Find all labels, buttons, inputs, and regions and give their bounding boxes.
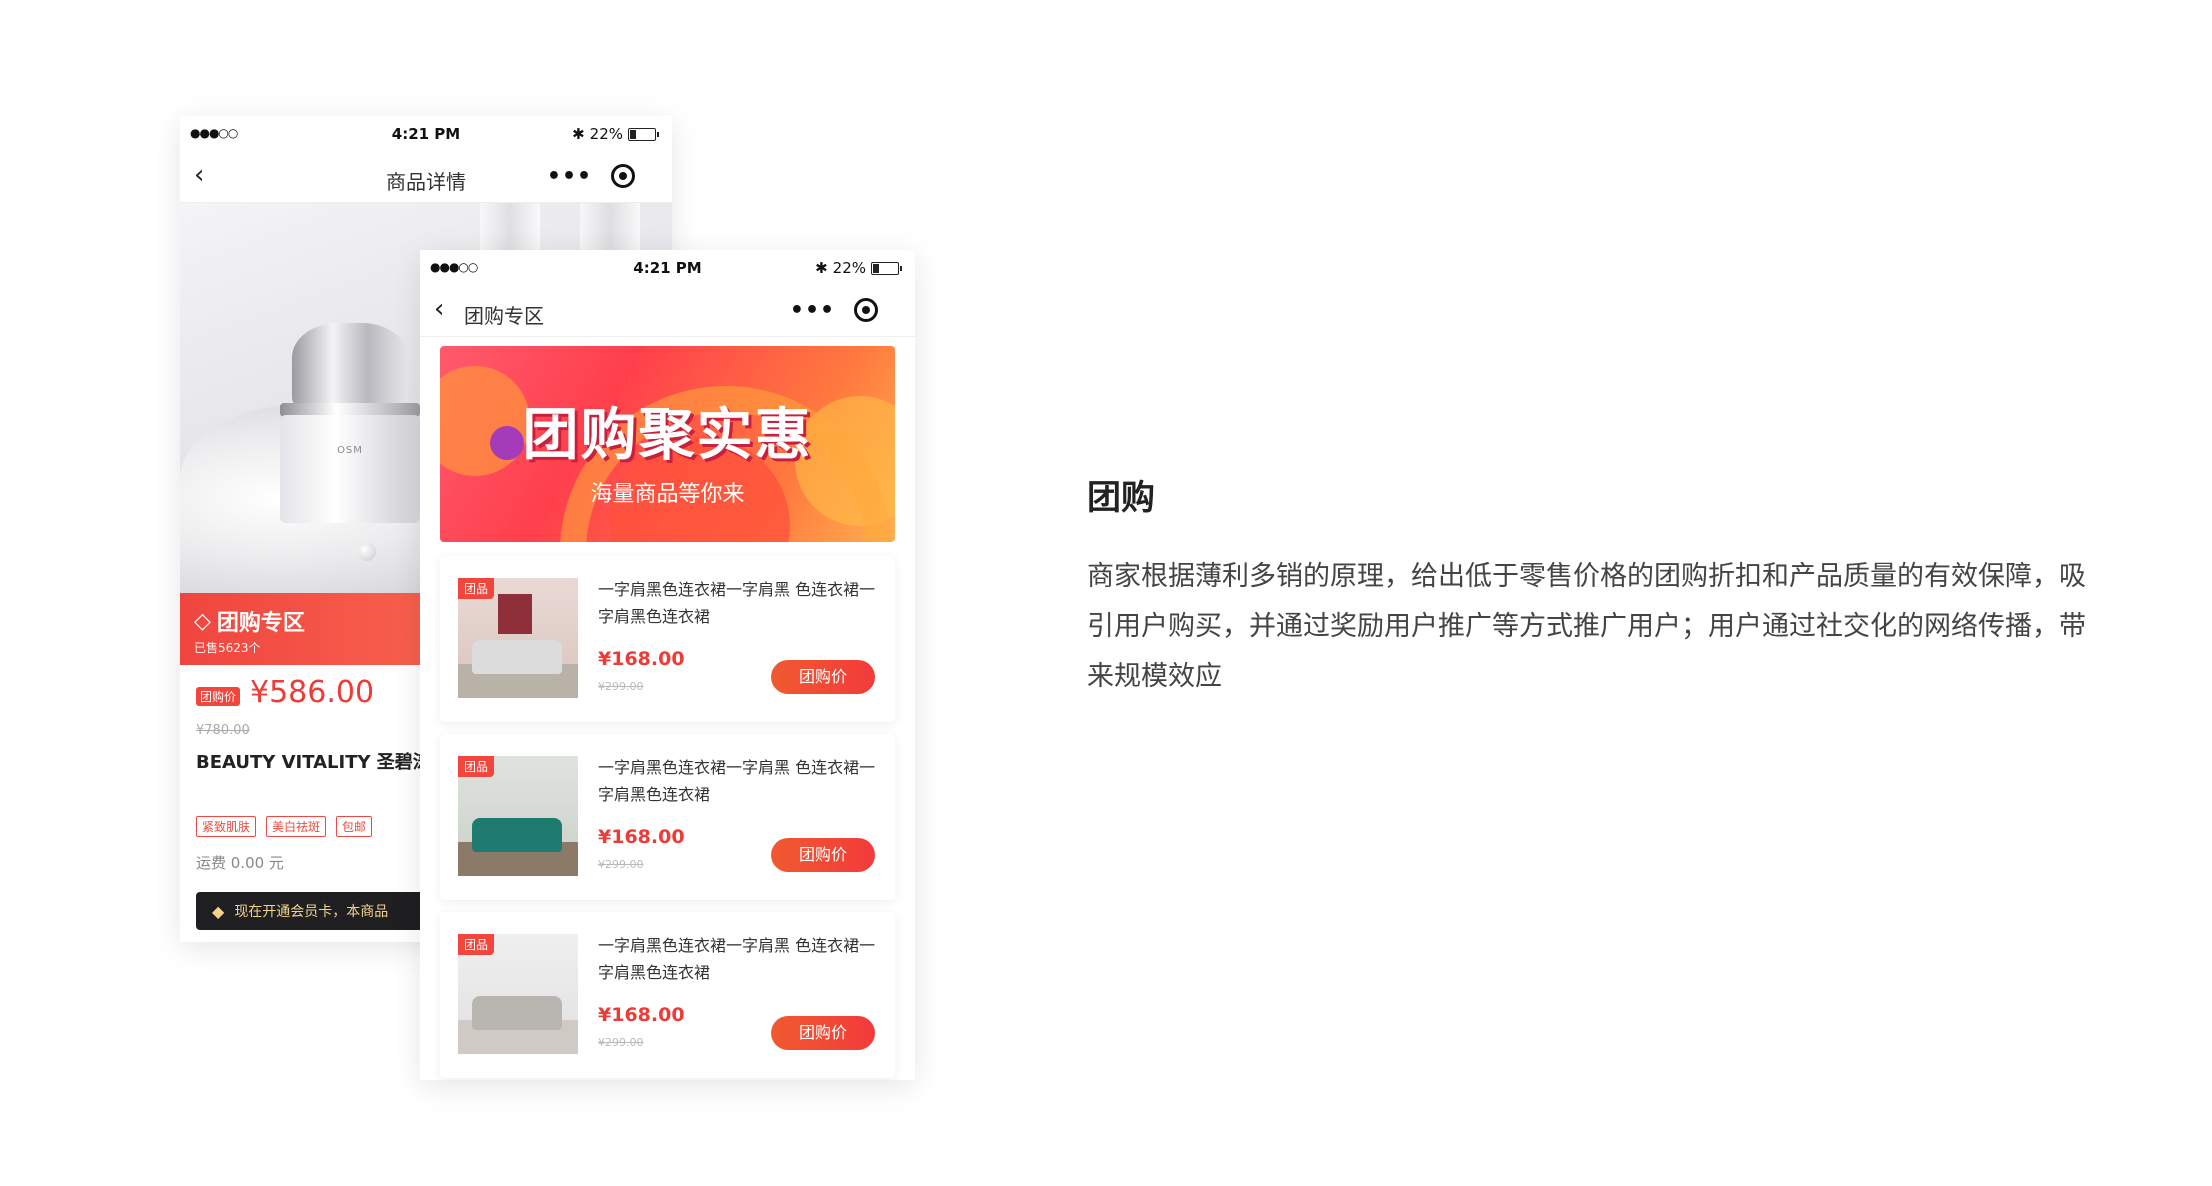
diamond-icon: ◆ [212, 901, 225, 921]
more-icon[interactable]: ••• [783, 298, 842, 323]
nav-bar: ‹ 商品详情 ••• [180, 152, 672, 203]
product-thumbnail: 团品 [458, 934, 578, 1054]
battery-icon [871, 261, 902, 275]
status-bar: ●●●○○ 4:21 PM ✱ 22% [180, 116, 672, 152]
product-price: ¥168.00 [598, 648, 685, 670]
product-title: 一字肩黑色连衣裙一字肩黑 色连衣裙一字肩黑色连衣裙 [598, 580, 876, 626]
group-price-button[interactable]: 团购价 [771, 838, 875, 872]
group-zone-label: 团购专区 [216, 611, 305, 636]
back-icon[interactable]: ‹ [434, 294, 444, 324]
product-card[interactable]: 团品 一字肩黑色连衣裙一字肩黑 色连衣裙一字肩黑色连衣裙 ¥168.00 ¥29… [440, 912, 895, 1078]
battery-percent: 22% [832, 259, 866, 277]
product-original-price: ¥299.00 [598, 1036, 644, 1049]
product-card[interactable]: 团品 一字肩黑色连衣裙一字肩黑 色连衣裙一字肩黑色连衣裙 ¥168.00 ¥29… [440, 556, 895, 722]
feature-description: 商家根据薄利多销的原理，给出低于零售价格的团购折扣和产品质量的有效保障，吸引用户… [1087, 561, 2086, 692]
group-item-badge: 团品 [458, 578, 495, 599]
product-card[interactable]: 团品 一字肩黑色连衣裙一字肩黑 色连衣裙一字肩黑色连衣裙 ¥168.00 ¥29… [440, 734, 895, 900]
product-title: 一字肩黑色连衣裙一字肩黑 色连衣裙一字肩黑色连衣裙 [598, 758, 876, 804]
bluetooth-icon: ✱ [572, 125, 585, 143]
battery-percent: 22% [589, 125, 623, 143]
cream-jar-image: OSM [270, 323, 430, 523]
promo-banner[interactable]: 团购聚实惠 海量商品等你来 [440, 346, 895, 542]
nav-bar: ‹ 团购专区 ••• [420, 286, 915, 337]
close-target-icon[interactable] [854, 298, 878, 322]
group-product-list: 团品 一字肩黑色连衣裙一字肩黑 色连衣裙一字肩黑色连衣裙 ¥168.00 ¥29… [440, 556, 895, 1080]
showcase-stage: ●●●○○ 4:21 PM ✱ 22% ‹ 商品详情 ••• OSM ◇ 团购专… [0, 0, 2212, 1186]
mini-program-capsule: ••• [540, 158, 658, 194]
product-tag: 美白祛斑 [266, 816, 327, 837]
current-price: ¥586.00 [250, 675, 375, 710]
page-title: 团购专区 [464, 304, 544, 328]
status-bar: ●●●○○ 4:21 PM ✱ 22% [420, 250, 915, 286]
pearl-decoration [358, 543, 376, 561]
group-price-button[interactable]: 团购价 [771, 1016, 875, 1050]
battery-icon [628, 127, 659, 141]
bluetooth-icon: ✱ [815, 259, 828, 277]
shipping-fee: 运费 0.00 元 [196, 854, 284, 872]
original-price: ¥780.00 [196, 723, 250, 738]
product-tags: 紧致肌肤 美白祛斑 包邮 [196, 816, 373, 837]
group-zone-phone: ●●●○○ 4:21 PM ✱ 22% ‹ 团购专区 ••• 团购聚实惠 海量商… [420, 250, 915, 1080]
battery-status: ✱ 22% [815, 259, 902, 277]
promo-headline: 团购聚实惠 [522, 403, 813, 468]
product-thumbnail: 团品 [458, 578, 578, 698]
product-price: ¥168.00 [598, 1004, 685, 1026]
product-tag: 包邮 [336, 816, 373, 837]
product-price: ¥168.00 [598, 826, 685, 848]
group-price-button[interactable]: 团购价 [771, 660, 875, 694]
product-tag: 紧致肌肤 [196, 816, 257, 837]
more-icon[interactable]: ••• [540, 164, 599, 189]
tag-icon: ◇ [194, 608, 211, 634]
sold-count: 已售5623个 [194, 641, 261, 655]
product-original-price: ¥299.00 [598, 858, 644, 871]
battery-status: ✱ 22% [572, 125, 659, 143]
product-original-price: ¥299.00 [598, 680, 644, 693]
close-target-icon[interactable] [611, 164, 635, 188]
member-card-text: 现在开通会员卡，本商品 [234, 904, 389, 920]
feature-title: 团购 [1087, 478, 1155, 518]
group-price-badge: 团购价 [196, 687, 241, 706]
product-title: 一字肩黑色连衣裙一字肩黑 色连衣裙一字肩黑色连衣裙 [598, 936, 876, 982]
mini-program-capsule: ••• [783, 292, 901, 328]
group-item-badge: 团品 [458, 756, 495, 777]
promo-subtitle: 海量商品等你来 [590, 482, 745, 507]
product-thumbnail: 团品 [458, 756, 578, 876]
group-item-badge: 团品 [458, 934, 495, 955]
